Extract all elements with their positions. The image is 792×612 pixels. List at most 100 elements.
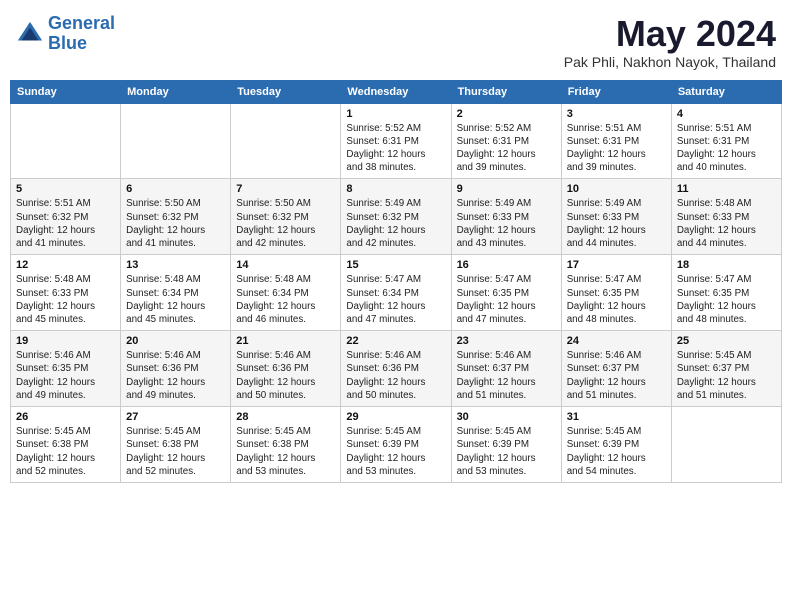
day-info: Sunrise: 5:49 AMSunset: 6:32 PMDaylight:… [346, 197, 445, 250]
day-info: Sunrise: 5:49 AMSunset: 6:33 PMDaylight:… [457, 197, 556, 250]
calendar-cell: 27Sunrise: 5:45 AMSunset: 6:38 PMDayligh… [121, 407, 231, 483]
day-number: 14 [236, 259, 335, 271]
day-info: Sunrise: 5:50 AMSunset: 6:32 PMDaylight:… [236, 197, 335, 250]
day-info: Sunrise: 5:46 AMSunset: 6:36 PMDaylight:… [346, 349, 445, 402]
day-info: Sunrise: 5:50 AMSunset: 6:32 PMDaylight:… [126, 197, 225, 250]
day-number: 10 [567, 183, 666, 195]
calendar-body: 1 Sunrise: 5:52 AMSunset: 6:31 PMDaylight… [11, 103, 782, 482]
day-number: 29 [346, 411, 445, 423]
calendar-cell: 13 Sunrise: 5:48 AMSunset: 6:34 PMDayligh… [121, 255, 231, 331]
day-info: Sunrise: 5:45 AMSunset: 6:39 PMDaylight:… [457, 425, 556, 478]
day-info: Sunrise: 5:52 AMSunset: 6:31 PMDaylight:… [346, 122, 445, 175]
day-number: 28 [236, 411, 335, 423]
day-number: 30 [457, 411, 556, 423]
calendar-cell: 21 Sunrise: 5:46 AMSunset: 6:36 PMDayligh… [231, 331, 341, 407]
calendar-cell: 28 Sunrise: 5:45 AMSunset: 6:38 PMDayligh… [231, 407, 341, 483]
calendar-cell: 15 Sunrise: 5:47 AMSunset: 6:34 PMDayligh… [341, 255, 451, 331]
calendar-cell: 23 Sunrise: 5:46 AMSunset: 6:37 PMDayligh… [451, 331, 561, 407]
weekday-header-cell: Friday [561, 80, 671, 103]
day-number: 31 [567, 411, 666, 423]
day-number: 12 [16, 259, 115, 271]
calendar-cell: 20Sunrise: 5:46 AMSunset: 6:36 PMDayligh… [121, 331, 231, 407]
calendar-cell: 16 Sunrise: 5:47 AMSunset: 6:35 PMDayligh… [451, 255, 561, 331]
day-info: Sunrise: 5:46 AMSunset: 6:37 PMDaylight:… [457, 349, 556, 402]
day-number: 5 [16, 183, 115, 195]
calendar-cell: 14 Sunrise: 5:48 AMSunset: 6:34 PMDayligh… [231, 255, 341, 331]
calendar-cell: 5 Sunrise: 5:51 AMSunset: 6:32 PMDaylight… [11, 179, 121, 255]
calendar-cell: 19Sunrise: 5:46 AMSunset: 6:35 PMDayligh… [11, 331, 121, 407]
day-number: 26 [16, 411, 115, 423]
calendar-cell: 2 Sunrise: 5:52 AMSunset: 6:31 PMDaylight… [451, 103, 561, 179]
calendar-cell: 18 Sunrise: 5:47 AMSunset: 6:35 PMDayligh… [671, 255, 781, 331]
day-number: 15 [346, 259, 445, 271]
day-number: 13 [126, 259, 225, 271]
calendar-cell: 17Sunrise: 5:47 AMSunset: 6:35 PMDayligh… [561, 255, 671, 331]
logo-text: General Blue [48, 14, 115, 54]
day-info: Sunrise: 5:45 AMSunset: 6:38 PMDaylight:… [236, 425, 335, 478]
calendar-cell [121, 103, 231, 179]
calendar-cell [671, 407, 781, 483]
day-info: Sunrise: 5:45 AMSunset: 6:38 PMDaylight:… [16, 425, 115, 478]
day-info: Sunrise: 5:47 AMSunset: 6:34 PMDaylight:… [346, 273, 445, 326]
logo: General Blue [16, 14, 115, 54]
day-number: 3 [567, 108, 666, 120]
day-number: 9 [457, 183, 556, 195]
weekday-header-cell: Monday [121, 80, 231, 103]
day-info: Sunrise: 5:45 AMSunset: 6:39 PMDaylight:… [567, 425, 666, 478]
day-info: Sunrise: 5:45 AMSunset: 6:37 PMDaylight:… [677, 349, 776, 402]
calendar-cell: 10 Sunrise: 5:49 AMSunset: 6:33 PMDayligh… [561, 179, 671, 255]
day-info: Sunrise: 5:46 AMSunset: 6:37 PMDaylight:… [567, 349, 666, 402]
calendar-cell: 9 Sunrise: 5:49 AMSunset: 6:33 PMDaylight… [451, 179, 561, 255]
day-number: 7 [236, 183, 335, 195]
day-number: 25 [677, 335, 776, 347]
calendar-cell: 12Sunrise: 5:48 AMSunset: 6:33 PMDayligh… [11, 255, 121, 331]
day-number: 16 [457, 259, 556, 271]
day-info: Sunrise: 5:51 AMSunset: 6:32 PMDaylight:… [16, 197, 115, 250]
calendar-cell: 22 Sunrise: 5:46 AMSunset: 6:36 PMDayligh… [341, 331, 451, 407]
day-info: Sunrise: 5:45 AMSunset: 6:39 PMDaylight:… [346, 425, 445, 478]
day-info: Sunrise: 5:47 AMSunset: 6:35 PMDaylight:… [457, 273, 556, 326]
day-number: 11 [677, 183, 776, 195]
calendar-cell [11, 103, 121, 179]
calendar-cell: 24 Sunrise: 5:46 AMSunset: 6:37 PMDayligh… [561, 331, 671, 407]
day-info: Sunrise: 5:52 AMSunset: 6:31 PMDaylight:… [457, 122, 556, 175]
day-info: Sunrise: 5:49 AMSunset: 6:33 PMDaylight:… [567, 197, 666, 250]
calendar-cell: 8Sunrise: 5:49 AMSunset: 6:32 PMDaylight… [341, 179, 451, 255]
day-number: 21 [236, 335, 335, 347]
day-number: 22 [346, 335, 445, 347]
day-number: 6 [126, 183, 225, 195]
calendar-cell: 11 Sunrise: 5:48 AMSunset: 6:33 PMDayligh… [671, 179, 781, 255]
calendar-cell: 29 Sunrise: 5:45 AMSunset: 6:39 PMDayligh… [341, 407, 451, 483]
day-info: Sunrise: 5:46 AMSunset: 6:36 PMDaylight:… [236, 349, 335, 402]
day-info: Sunrise: 5:45 AMSunset: 6:38 PMDaylight:… [126, 425, 225, 478]
day-info: Sunrise: 5:48 AMSunset: 6:34 PMDaylight:… [236, 273, 335, 326]
calendar-cell: 25 Sunrise: 5:45 AMSunset: 6:37 PMDayligh… [671, 331, 781, 407]
calendar-cell: 3 Sunrise: 5:51 AMSunset: 6:31 PMDaylight… [561, 103, 671, 179]
weekday-header-cell: Sunday [11, 80, 121, 103]
calendar-table: SundayMondayTuesdayWednesdayThursdayFrid… [10, 80, 782, 483]
month-title: May 2024 [564, 14, 776, 54]
day-info: Sunrise: 5:51 AMSunset: 6:31 PMDaylight:… [567, 122, 666, 175]
day-info: Sunrise: 5:48 AMSunset: 6:34 PMDaylight:… [126, 273, 225, 326]
day-info: Sunrise: 5:47 AMSunset: 6:35 PMDaylight:… [567, 273, 666, 326]
calendar-cell: 4Sunrise: 5:51 AMSunset: 6:31 PMDaylight… [671, 103, 781, 179]
day-info: Sunrise: 5:51 AMSunset: 6:31 PMDaylight:… [677, 122, 776, 175]
calendar-week-row: 19Sunrise: 5:46 AMSunset: 6:35 PMDayligh… [11, 331, 782, 407]
calendar-cell [231, 103, 341, 179]
day-number: 24 [567, 335, 666, 347]
calendar-header-row: SundayMondayTuesdayWednesdayThursdayFrid… [11, 80, 782, 103]
day-info: Sunrise: 5:47 AMSunset: 6:35 PMDaylight:… [677, 273, 776, 326]
calendar-cell: 31 Sunrise: 5:45 AMSunset: 6:39 PMDayligh… [561, 407, 671, 483]
weekday-header-cell: Saturday [671, 80, 781, 103]
logo-icon [16, 20, 44, 48]
day-number: 2 [457, 108, 556, 120]
day-number: 1 [346, 108, 445, 120]
weekday-header-cell: Wednesday [341, 80, 451, 103]
calendar-cell: 26 Sunrise: 5:45 AMSunset: 6:38 PMDayligh… [11, 407, 121, 483]
day-info: Sunrise: 5:48 AMSunset: 6:33 PMDaylight:… [677, 197, 776, 250]
day-number: 18 [677, 259, 776, 271]
title-block: May 2024 Pak Phli, Nakhon Nayok, Thailan… [564, 14, 776, 70]
day-number: 23 [457, 335, 556, 347]
weekday-header-cell: Tuesday [231, 80, 341, 103]
day-number: 19 [16, 335, 115, 347]
